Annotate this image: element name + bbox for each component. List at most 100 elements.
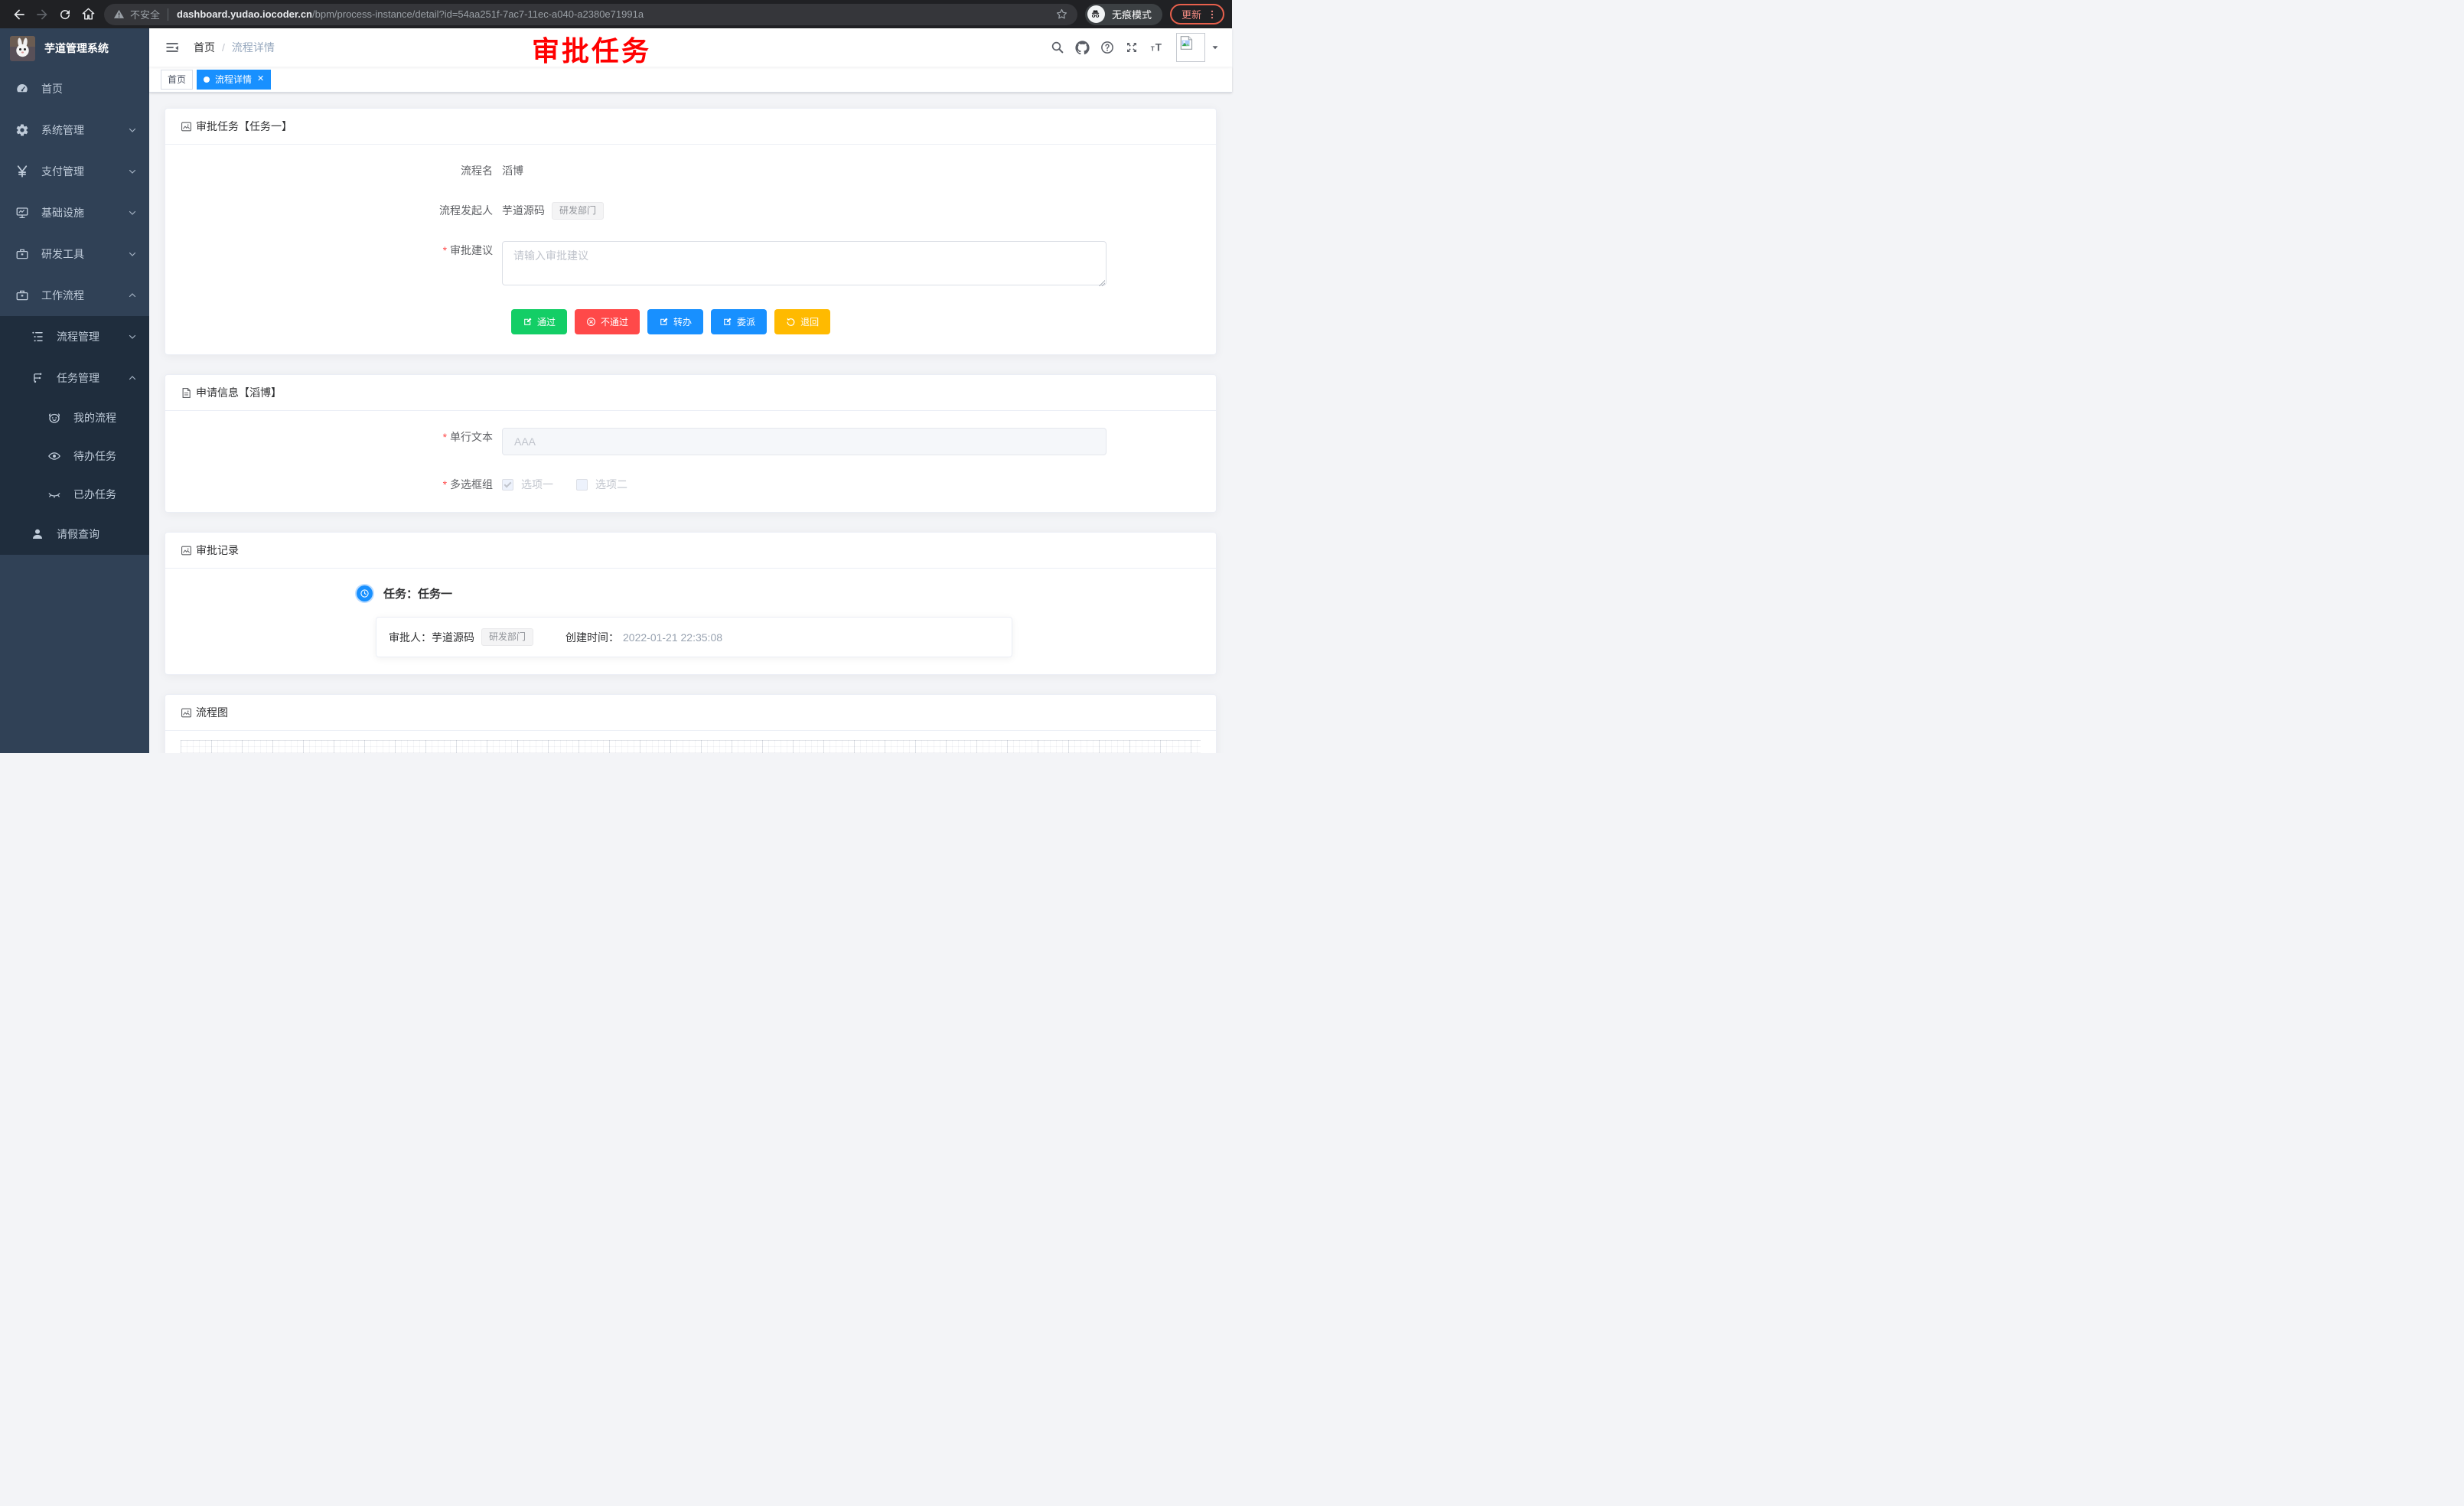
url-domain: dashboard.yudao.iocoder.cn (177, 8, 312, 20)
update-label: 更新 (1181, 7, 1201, 21)
document-icon (181, 387, 192, 399)
delegate-button[interactable]: 委派 (711, 309, 767, 334)
approve-button[interactable]: 通过 (511, 309, 567, 334)
checkbox-unchecked-icon (576, 479, 588, 491)
user-avatar[interactable] (1176, 33, 1205, 62)
edit-icon (523, 317, 533, 327)
sidebar-item-home[interactable]: 首页 (0, 68, 149, 109)
sidebar-item-label: 已办任务 (73, 487, 137, 502)
flow-diagram-card-body (165, 731, 1216, 753)
back-icon (11, 7, 27, 22)
single-line-text-input (502, 428, 1107, 455)
sidebar-item-payment[interactable]: 支付管理 (0, 151, 149, 192)
sidebar-item-task-management[interactable]: 任务管理 (0, 357, 149, 399)
tab-process-detail[interactable]: 流程详情 ✕ (197, 70, 271, 90)
reject-button[interactable]: 不通过 (575, 309, 640, 334)
forward-button[interactable] (31, 3, 54, 26)
transfer-button[interactable]: 转办 (647, 309, 703, 334)
help-button[interactable] (1095, 35, 1120, 60)
tags-view: 首页 流程详情 ✕ (149, 67, 1232, 93)
sidebar-item-system[interactable]: 系统管理 (0, 109, 149, 151)
edit-icon (659, 317, 669, 327)
sidebar-item-leave-query[interactable]: 请假查询 (0, 513, 149, 555)
font-size-icon: TT (1149, 41, 1165, 54)
flow-icon (31, 371, 44, 385)
page-content: 审批任务【任务一】 流程名 滔博 流程发起人 芋道源码 研发部门 (149, 93, 1232, 753)
approval-task-card-body: 流程名 滔博 流程发起人 芋道源码 研发部门 审批建议 (165, 145, 1216, 354)
avatar-menu-button[interactable] (1211, 43, 1220, 52)
flow-diagram-card-header: 流程图 (165, 695, 1216, 731)
department-tag: 研发部门 (481, 628, 533, 646)
font-size-button[interactable]: TT (1144, 35, 1170, 60)
sidebar-item-workflow[interactable]: 工作流程 (0, 275, 149, 316)
search-icon (1051, 41, 1064, 54)
sidebar-item-label: 首页 (41, 81, 137, 96)
breadcrumb-home[interactable]: 首页 (194, 40, 215, 55)
url-bar[interactable]: 不安全 dashboard.yudao.iocoder.cn/bpm/proce… (104, 4, 1077, 25)
approval-record-card-header: 审批记录 (165, 533, 1216, 569)
approval-opinion-input[interactable] (502, 241, 1107, 285)
sidebar-item-label: 系统管理 (41, 122, 128, 138)
breadcrumb-current: 流程详情 (232, 40, 275, 55)
forward-icon (34, 7, 50, 22)
checkbox-option-2: 选项二 (576, 477, 627, 492)
return-button[interactable]: 退回 (774, 309, 830, 334)
field-value: 滔博 (502, 161, 523, 180)
eye-closed-icon (47, 487, 61, 501)
breadcrumb-separator: / (222, 41, 225, 54)
monitor-icon (15, 206, 29, 220)
back-button[interactable] (8, 3, 31, 26)
star-icon (1055, 8, 1068, 21)
timeline-clock-icon (357, 585, 373, 601)
tab-home[interactable]: 首页 (161, 70, 193, 90)
field-label: 流程发起人 (181, 201, 502, 220)
home-icon (81, 7, 96, 21)
workflow-submenu: 流程管理 任务管理 我的流程 待办任务 (0, 316, 149, 555)
search-button[interactable] (1045, 35, 1070, 60)
fullscreen-icon (1125, 41, 1139, 54)
sidebar-item-process-management[interactable]: 流程管理 (0, 316, 149, 357)
sidebar-item-todo-tasks[interactable]: 待办任务 (0, 437, 149, 475)
github-icon (1075, 41, 1090, 55)
checkbox-checked-icon (502, 479, 513, 491)
sidebar-item-label: 研发工具 (41, 246, 128, 262)
github-button[interactable] (1070, 35, 1095, 60)
sidebar-item-label: 任务管理 (57, 370, 128, 386)
field-label: 多选框组 (181, 477, 502, 492)
picture-icon (181, 545, 192, 556)
sidebar-toggle-button[interactable] (161, 37, 183, 58)
task-title: 任务：任务一 (383, 585, 452, 601)
bookmark-star-button[interactable] (1055, 8, 1068, 21)
breadcrumb: 首页 / 流程详情 (194, 40, 275, 55)
sidebar-item-label: 工作流程 (41, 288, 128, 303)
svg-text:T: T (1151, 46, 1155, 53)
close-tab-icon[interactable]: ✕ (257, 75, 264, 83)
fullscreen-button[interactable] (1120, 35, 1144, 60)
yen-icon (15, 165, 29, 178)
sidebar-item-dev-tools[interactable]: 研发工具 (0, 233, 149, 275)
sidebar-item-my-process[interactable]: 我的流程 (0, 399, 149, 437)
reload-button[interactable] (54, 3, 77, 26)
app-logo[interactable]: 芋道管理系统 (0, 28, 149, 68)
tab-label: 首页 (168, 73, 186, 86)
sidebar-item-infrastructure[interactable]: 基础设施 (0, 192, 149, 233)
picture-icon (181, 121, 192, 132)
home-button[interactable] (77, 3, 99, 26)
incognito-badge: 无痕模式 (1085, 4, 1162, 25)
button-label: 通过 (537, 315, 556, 328)
reload-icon (58, 8, 72, 21)
browser-toolbar: 不安全 dashboard.yudao.iocoder.cn/bpm/proce… (0, 0, 1232, 28)
flow-diagram-card: 流程图 (165, 694, 1217, 753)
chevron-down-icon (128, 249, 137, 259)
refresh-left-icon (786, 317, 796, 327)
picture-icon (181, 707, 192, 719)
update-button[interactable]: 更新 (1170, 4, 1224, 24)
sidebar-item-done-tasks[interactable]: 已办任务 (0, 475, 149, 513)
field-value: 芋道源码 研发部门 (502, 201, 604, 220)
resize-grip[interactable] (1098, 279, 1105, 286)
card-title: 流程图 (196, 705, 228, 720)
approver-label: 审批人： (389, 630, 432, 645)
browser-menu-icon[interactable] (1207, 9, 1217, 20)
bpmn-canvas[interactable] (181, 740, 1201, 753)
dashboard-icon (15, 82, 29, 96)
